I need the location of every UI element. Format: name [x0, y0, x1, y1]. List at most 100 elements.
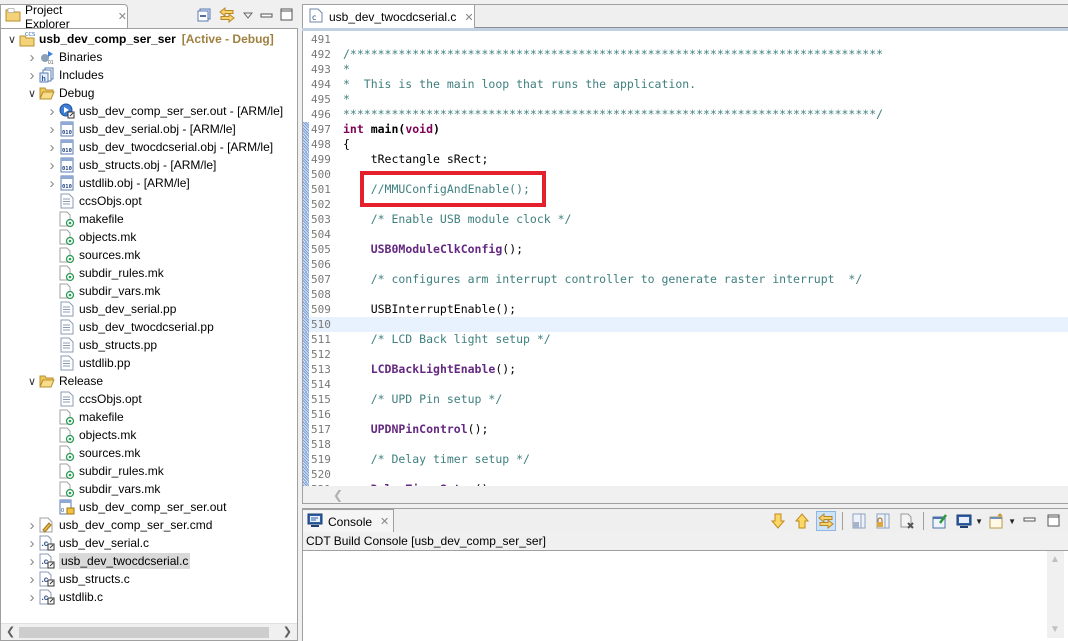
code-line[interactable]: 496 *************************************…: [303, 107, 1068, 122]
tree-item[interactable]: objects.mk: [45, 426, 136, 444]
code-area[interactable]: 491 492 /*********************************…: [302, 31, 1068, 486]
close-icon[interactable]: ✕: [380, 515, 389, 528]
code-line[interactable]: 514: [303, 377, 1068, 392]
tree-item[interactable]: usb_dev_serial.pp: [45, 300, 176, 318]
dropdown-arrow-icon[interactable]: ▼: [1008, 517, 1016, 526]
scroll-right-icon[interactable]: ❯: [283, 625, 292, 638]
tree-item[interactable]: sources.mk: [45, 246, 140, 264]
tree-item[interactable]: › .c usb_structs.c: [25, 570, 130, 588]
tab-usb-dev-twocdcserial-c[interactable]: c usb_dev_twocdcserial.c ✕: [302, 4, 475, 29]
clear-console-icon[interactable]: [897, 511, 917, 531]
view-menu-icon[interactable]: [242, 10, 254, 24]
tree-item[interactable]: › 010 usb_dev_twocdcserial.obj - [ARM/le]: [45, 138, 274, 156]
code-line[interactable]: 509 USBInterruptEnable();: [303, 302, 1068, 317]
link-with-editor-icon[interactable]: [218, 6, 236, 26]
tree-item[interactable]: ∨ Release: [25, 372, 103, 390]
maximize-icon[interactable]: [1044, 511, 1064, 531]
code-line[interactable]: 511 /* LCD Back light setup */: [303, 332, 1068, 347]
chevron-right-icon[interactable]: ›: [25, 535, 39, 552]
open-console-icon[interactable]: [987, 511, 1007, 531]
link-with-build-icon[interactable]: [816, 511, 837, 531]
tree-item[interactable]: subdir_rules.mk: [45, 264, 164, 282]
tree-item[interactable]: ∨ CCS usb_dev_comp_ser_ser [Active - Debug]: [5, 30, 274, 48]
lock-scroll-icon[interactable]: [873, 511, 893, 531]
editor-horizontal-scrollbar[interactable]: ❮: [302, 486, 1068, 504]
tree-item[interactable]: › .c ustdlib.c: [25, 588, 104, 606]
chevron-down-icon[interactable]: ∨: [5, 33, 19, 46]
code-line[interactable]: 495 *: [303, 92, 1068, 107]
display-console-icon[interactable]: [954, 511, 974, 531]
code-line[interactable]: 518: [303, 437, 1068, 452]
code-line[interactable]: 494 * This is the main loop that runs the…: [303, 77, 1068, 92]
console-vertical-scrollbar[interactable]: ▲ ▼: [1047, 551, 1064, 638]
chevron-right-icon[interactable]: ›: [45, 121, 59, 138]
code-line[interactable]: 504: [303, 227, 1068, 242]
tree-item[interactable]: › 010 ustdlib.obj - [ARM/le]: [45, 174, 190, 192]
code-line[interactable]: 507 /* configures arm interrupt controll…: [303, 272, 1068, 287]
tree-item[interactable]: › .c usb_dev_serial.c: [25, 534, 150, 552]
code-line[interactable]: 520: [303, 467, 1068, 482]
code-line[interactable]: 513 LCDBackLightEnable();: [303, 362, 1068, 377]
tree-item[interactable]: makefile: [45, 210, 124, 228]
code-line[interactable]: 517 UPDNPinControl();: [303, 422, 1068, 437]
code-line[interactable]: 492 /************************************…: [303, 47, 1068, 62]
code-line[interactable]: 503 /* Enable USB module clock */: [303, 212, 1068, 227]
code-line[interactable]: 506: [303, 257, 1068, 272]
chevron-right-icon[interactable]: ›: [25, 67, 39, 84]
code-line[interactable]: 493 *: [303, 62, 1068, 77]
tree-item[interactable]: makefile: [45, 408, 124, 426]
minimize-icon[interactable]: [260, 10, 274, 24]
tree-item[interactable]: usb_dev_twocdcserial.pp: [45, 318, 214, 336]
tree-item[interactable]: › 01 Binaries: [25, 48, 103, 66]
code-line[interactable]: 508: [303, 287, 1068, 302]
scroll-left-icon[interactable]: ❮: [333, 488, 343, 502]
tree-item[interactable]: ccsObjs.opt: [45, 192, 142, 210]
code-line[interactable]: 510: [303, 317, 1068, 332]
tree-item[interactable]: › usb_dev_comp_ser_ser.out - [ARM/le]: [45, 102, 284, 120]
tree-item[interactable]: subdir_vars.mk: [45, 480, 160, 498]
scroll-up-icon[interactable]: ▲: [1050, 554, 1060, 565]
code-line[interactable]: 515 /* UPD Pin setup */: [303, 392, 1068, 407]
chevron-right-icon[interactable]: ›: [25, 517, 39, 534]
tree-item[interactable]: usb_structs.pp: [45, 336, 157, 354]
previous-error-icon[interactable]: [792, 511, 812, 531]
close-icon[interactable]: ✕: [118, 10, 127, 23]
tree-item[interactable]: › .c usb_dev_twocdcserial.c: [25, 552, 191, 570]
chevron-down-icon[interactable]: ∨: [25, 87, 39, 100]
tree-item[interactable]: ∨ Debug: [25, 84, 94, 102]
chevron-right-icon[interactable]: ›: [25, 553, 39, 570]
minimize-icon[interactable]: [1020, 511, 1040, 531]
collapse-all-icon[interactable]: [196, 7, 212, 26]
tree-item[interactable]: › usb_dev_comp_ser_ser.cmd: [25, 516, 213, 534]
tree-item[interactable]: objects.mk: [45, 228, 136, 246]
code-line[interactable]: 519 /* Delay timer setup */: [303, 452, 1068, 467]
chevron-right-icon[interactable]: ›: [45, 103, 59, 120]
code-line[interactable]: 505 USB0ModuleClkConfig();: [303, 242, 1068, 257]
tab-project-explorer[interactable]: Project Explorer ✕: [0, 3, 128, 31]
chevron-down-icon[interactable]: ∨: [25, 375, 39, 388]
tree-item[interactable]: › h Includes: [25, 66, 104, 84]
next-error-icon[interactable]: [768, 511, 788, 531]
chevron-right-icon[interactable]: ›: [45, 157, 59, 174]
code-line[interactable]: 499 tRectangle sRect;: [303, 152, 1068, 167]
horizontal-scrollbar[interactable]: ❮ ❯: [1, 623, 297, 640]
pin-console-icon[interactable]: [930, 511, 950, 531]
code-line[interactable]: 498 {: [303, 137, 1068, 152]
tree-item[interactable]: sources.mk: [45, 444, 140, 462]
console-output[interactable]: ▲ ▼: [302, 551, 1068, 641]
tree-item[interactable]: › 010 usb_structs.obj - [ARM/le]: [45, 156, 217, 174]
tree-item[interactable]: subdir_vars.mk: [45, 282, 160, 300]
chevron-right-icon[interactable]: ›: [25, 49, 39, 66]
chevron-right-icon[interactable]: ›: [25, 571, 39, 588]
tree-item[interactable]: ustdlib.pp: [45, 354, 130, 372]
close-icon[interactable]: ✕: [464, 11, 473, 24]
scroll-down-icon[interactable]: ▼: [1050, 624, 1060, 635]
code-line[interactable]: 512: [303, 347, 1068, 362]
code-line[interactable]: 497 int main(void): [303, 122, 1068, 137]
tree-item[interactable]: 0 usb_dev_comp_ser_ser.out: [45, 498, 226, 516]
dropdown-arrow-icon[interactable]: ▼: [975, 517, 983, 526]
maximize-icon[interactable]: [280, 8, 294, 25]
chevron-right-icon[interactable]: ›: [45, 175, 59, 192]
tree-item[interactable]: ccsObjs.opt: [45, 390, 142, 408]
tree-item[interactable]: › 010 usb_dev_serial.obj - [ARM/le]: [45, 120, 236, 138]
